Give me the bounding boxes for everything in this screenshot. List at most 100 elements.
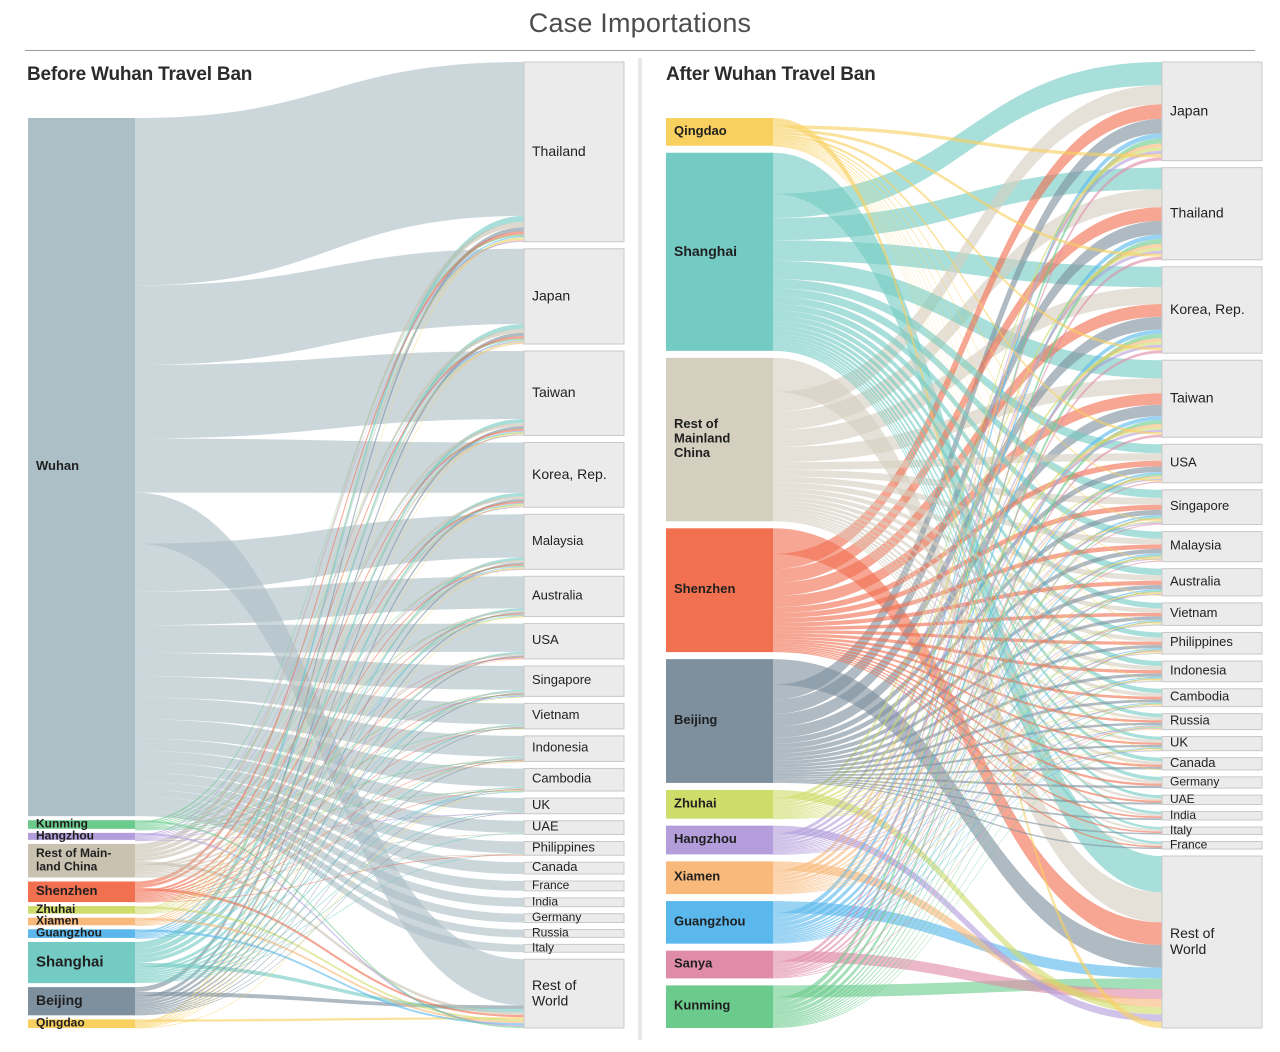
sankey-source-node[interactable]: Sanya xyxy=(666,950,773,979)
target-node-label: Indonesia xyxy=(532,740,589,755)
sankey-target-node[interactable]: Japan xyxy=(523,248,625,345)
sankey-target-node[interactable]: France xyxy=(1161,837,1263,851)
sankey-target-node[interactable]: India xyxy=(1161,808,1263,822)
sankey-target-node[interactable]: Thailand xyxy=(1161,167,1263,261)
sankey-source-node[interactable]: Beijing xyxy=(666,659,773,783)
sankey-target-node[interactable]: UAE xyxy=(523,819,625,835)
sankey-target-node[interactable]: Taiwan xyxy=(523,350,625,436)
sankey-source-node[interactable]: Shanghai xyxy=(666,152,773,351)
sankey-target-node[interactable]: UK xyxy=(523,797,625,815)
source-node-label: Hangzhou xyxy=(674,831,737,846)
sankey-target-node[interactable]: Russia xyxy=(1161,713,1263,731)
sankey-diagram: WuhanKunmingHangzhouRest of Main-land Ch… xyxy=(28,61,1263,1030)
sankey-target-node[interactable]: USA xyxy=(1161,443,1263,484)
target-node-label: Korea, Rep. xyxy=(1170,301,1245,317)
sankey-target-node[interactable]: Singapore xyxy=(1161,489,1263,526)
sankey-target-node[interactable]: Singapore xyxy=(523,665,625,697)
sankey-target-node[interactable]: Vietnam xyxy=(1161,602,1263,626)
target-node-label: Indonesia xyxy=(1170,663,1227,678)
sankey-target-node[interactable]: Philippines xyxy=(1161,631,1263,655)
target-node-label: USA xyxy=(1170,455,1197,470)
sankey-target-node[interactable]: Russia xyxy=(523,926,625,940)
sankey-source-node[interactable]: Beijing xyxy=(28,987,135,1016)
sankey-source-node[interactable]: Qingdao xyxy=(666,118,773,146)
target-node-label: Russia xyxy=(1170,713,1211,728)
sankey-target-node[interactable]: Malaysia xyxy=(523,513,625,570)
sankey-source-node[interactable]: Shanghai xyxy=(28,941,135,984)
sankey-target-node[interactable]: Vietnam xyxy=(523,702,625,730)
sankey-target-node[interactable]: Germany xyxy=(1161,775,1263,789)
sankey-source-node[interactable]: Shenzhen xyxy=(666,528,773,653)
sankey-source-node[interactable]: Guangzhou xyxy=(28,926,135,940)
target-node-label: UAE xyxy=(532,819,559,834)
sankey-source-node[interactable]: Rest of Main-land China xyxy=(28,843,135,878)
sankey-target-node[interactable]: UAE xyxy=(1161,792,1263,806)
target-node-label: Australia xyxy=(532,588,583,603)
sankey-target-node[interactable]: Cambodia xyxy=(523,767,625,792)
sankey-source-node[interactable]: Rest of Mainland China xyxy=(666,357,773,522)
sankey-source-node[interactable]: Xiamen xyxy=(666,861,773,895)
source-node-label: Guangzhou xyxy=(36,926,102,940)
sankey-target-node[interactable]: Rest of World xyxy=(523,958,625,1029)
target-node-label: Cambodia xyxy=(1170,689,1230,704)
target-node-label: UK xyxy=(1170,735,1188,750)
sankey-target-node[interactable]: USA xyxy=(523,623,625,660)
source-node-label: Kunming xyxy=(674,998,730,1013)
source-node-label: Zhuhai xyxy=(674,796,717,811)
target-node-label: Canada xyxy=(532,860,578,875)
target-node-label: Malaysia xyxy=(532,533,584,548)
source-node-label: Sanya xyxy=(674,956,713,971)
sankey-panel-after: Qingdao Shanghai Rest of Mainland China Shenz… xyxy=(666,61,1263,1029)
sankey-target-node[interactable]: UK xyxy=(1161,735,1263,752)
source-node-label: Beijing xyxy=(674,712,717,727)
sankey-target-node[interactable]: Thailand xyxy=(523,61,625,243)
sankey-source-node[interactable]: Zhuhai xyxy=(666,789,773,819)
sankey-target-node[interactable]: Korea, Rep. xyxy=(1161,266,1263,354)
sankey-target-node[interactable]: Canada xyxy=(1161,755,1263,771)
target-node-label: Japan xyxy=(1170,102,1208,118)
sankey-target-node[interactable]: Australia xyxy=(523,575,625,618)
sankey-source-node[interactable]: Wuhan xyxy=(28,118,135,817)
sankey-target-node[interactable]: Italy xyxy=(523,940,625,954)
sankey-target-node[interactable]: Indonesia xyxy=(1161,660,1263,683)
sankey-target-node[interactable]: Malaysia xyxy=(1161,531,1263,563)
sankey-source-node[interactable]: Guangzhou xyxy=(666,901,773,944)
target-node-label: Vietnam xyxy=(532,708,579,723)
source-node-label: Qingdao xyxy=(674,123,727,138)
sankey-target-node[interactable]: Cambodia xyxy=(1161,688,1263,708)
target-node-label: Korea, Rep. xyxy=(532,466,607,482)
sankey-target-node[interactable]: Australia xyxy=(1161,568,1263,597)
sankey-source-node[interactable]: Shenzhen xyxy=(28,881,135,903)
target-node-label: India xyxy=(1170,808,1196,822)
sankey-source-node[interactable]: Kunming xyxy=(666,985,773,1028)
sankey-panel-before: WuhanKunmingHangzhouRest of Main-land Ch… xyxy=(28,61,625,1030)
sankey-target-node[interactable]: Indonesia xyxy=(523,735,625,762)
sankey-source-node[interactable]: Qingdao xyxy=(28,1016,135,1030)
target-node-label: Philippines xyxy=(532,840,595,855)
sankey-target-node[interactable]: Italy xyxy=(1161,823,1263,837)
sankey-source-node[interactable]: Hangzhou xyxy=(28,829,135,843)
sankey-target-node[interactable]: Germany xyxy=(523,910,625,924)
sankey-target-node[interactable]: Canada xyxy=(523,860,625,875)
sankey-target-node[interactable]: Philippines xyxy=(523,840,625,856)
target-node-label: Germany xyxy=(532,910,581,924)
target-node-label: Vietnam xyxy=(1170,606,1217,621)
target-node-label: Italy xyxy=(532,940,554,954)
sankey-source-node[interactable]: Hangzhou xyxy=(666,825,773,855)
target-node-label: Taiwan xyxy=(532,384,576,400)
sankey-links xyxy=(135,62,524,1029)
sankey-target-node[interactable]: Taiwan xyxy=(1161,359,1263,438)
target-node-label: Germany xyxy=(1170,775,1219,789)
target-node-label: Canada xyxy=(1170,755,1216,770)
sankey-target-node[interactable]: Rest of World xyxy=(1161,855,1263,1029)
source-node-label: Wuhan xyxy=(36,459,79,474)
target-node-label: Thailand xyxy=(532,143,586,159)
target-node-label: UK xyxy=(532,797,550,812)
sankey-target-node[interactable]: Japan xyxy=(1161,61,1263,162)
target-node-label: Russia xyxy=(532,926,569,940)
sankey-links xyxy=(773,62,1162,1029)
source-node-label: Qingdao xyxy=(36,1016,85,1030)
sankey-target-node[interactable]: France xyxy=(523,878,625,892)
sankey-target-node[interactable]: Korea, Rep. xyxy=(523,441,625,508)
sankey-target-node[interactable]: India xyxy=(523,894,625,908)
